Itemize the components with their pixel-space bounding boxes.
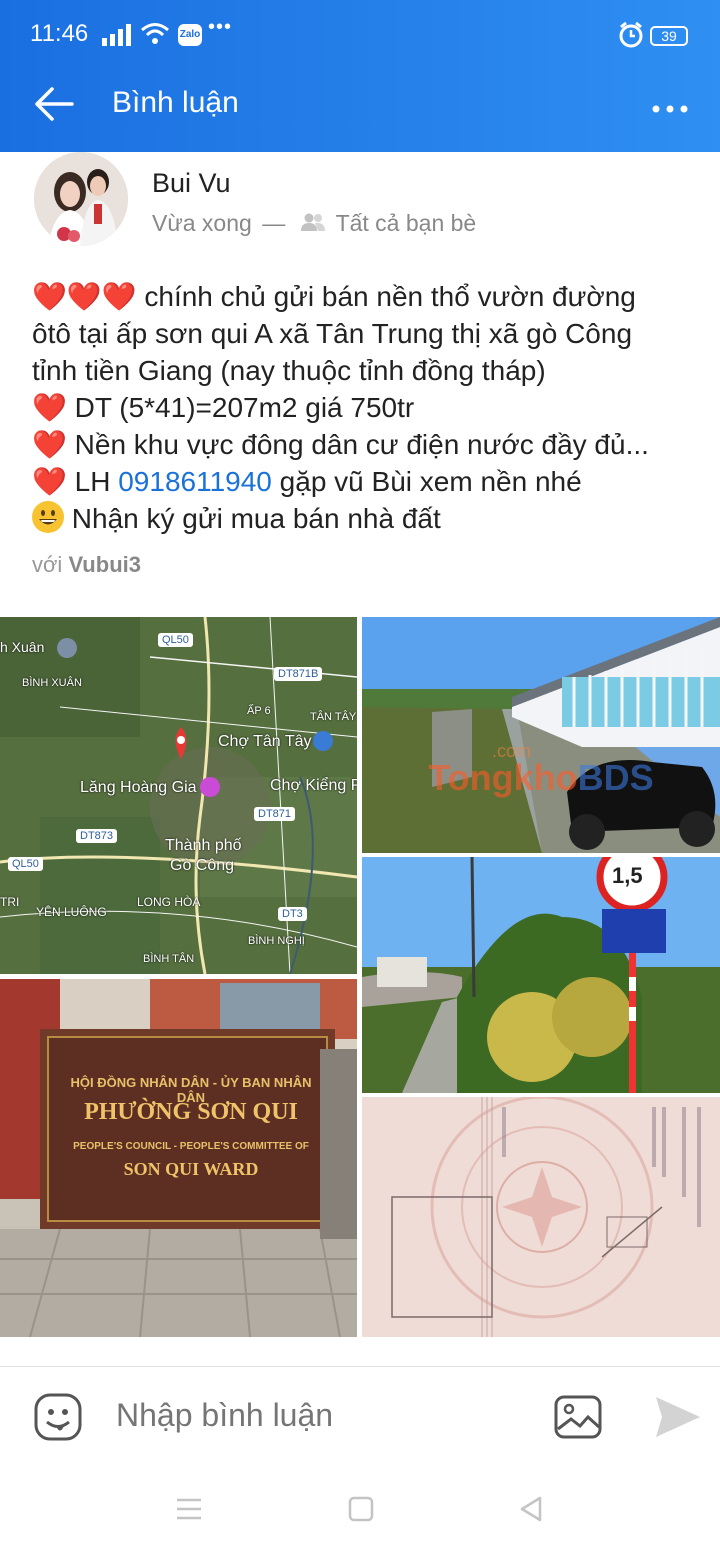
friends-icon	[300, 211, 326, 238]
send-icon[interactable]	[654, 1395, 702, 1444]
post-text: chính chủ gửi bán nền thổ vườn đường	[136, 281, 636, 312]
home-icon[interactable]	[348, 1496, 374, 1527]
status-time: 11:46	[30, 20, 89, 47]
image-picker-icon[interactable]	[554, 1395, 602, 1444]
recent-apps-icon[interactable]	[176, 1496, 202, 1527]
post-line: ❤️ DT (5*41)=207m2 giá 750tr	[32, 389, 712, 426]
map-road-badge: QL50	[158, 633, 193, 647]
sign-line-4: SON QUI WARD	[123, 1159, 259, 1179]
map-label: Gò Công	[170, 857, 235, 874]
sign-line-2: PHƯỜNG SƠN QUI	[84, 1099, 298, 1125]
photo-road[interactable]: TongkhoBDS .com	[362, 617, 720, 853]
map-road-badge: DT3	[278, 907, 307, 921]
map-label: Lăng Hoàng Gia	[80, 779, 197, 796]
map-label: LONG HÒA	[137, 895, 201, 909]
back-arrow-icon[interactable]	[34, 86, 74, 122]
app-bar: Bình luận	[0, 56, 720, 152]
with-label: với	[32, 552, 63, 577]
post-time: Vừa xong	[152, 210, 252, 236]
status-bar: 11:46 Zalo ••• 39	[0, 0, 720, 56]
road-sign-text: 1,5	[612, 863, 643, 888]
post-line: tỉnh tiền Giang (nay thuộc tỉnh đồng thá…	[32, 355, 546, 386]
post-line: ❤️ Nền khu vực đông dân cư điện nước đầy…	[32, 426, 712, 463]
post-content: ❤️❤️❤️ chính chủ gửi bán nền thổ vườn đư…	[32, 278, 712, 537]
watermark-domain: .com	[492, 741, 532, 761]
audience-label: Tất cả bạn bè	[335, 210, 477, 236]
photo-land-deed[interactable]	[362, 1097, 720, 1337]
battery-icon: 39	[650, 26, 688, 46]
map-label: YÊN LUÔNG	[36, 905, 107, 919]
post-line: ❤️ LH 0918611940 gặp vũ Bùi xem nền nhé	[32, 463, 712, 500]
wifi-icon	[140, 22, 170, 51]
photo-grid: h Xuân QL50 BÌNH XUÂN DT871B ẤP 6 TÂN TÂ…	[0, 617, 720, 1337]
heart-emoji: ❤️	[32, 466, 67, 497]
avatar[interactable]	[34, 152, 128, 246]
watermark-text: BDS	[577, 757, 654, 798]
author-name[interactable]: Bui Vu	[152, 168, 231, 199]
sticker-icon[interactable]	[34, 1393, 82, 1446]
map-label: h Xuân	[0, 639, 45, 655]
post-line: ❤️❤️❤️ chính chủ gửi bán nền thổ vườn đư…	[32, 278, 712, 315]
post-text: LH	[66, 466, 119, 497]
alarm-icon	[618, 21, 644, 53]
system-nav-bar	[0, 1462, 720, 1560]
photo-map[interactable]: h Xuân QL50 BÌNH XUÂN DT871B ẤP 6 TÂN TÂ…	[0, 617, 357, 974]
watermark-text: Tongkho	[428, 757, 578, 798]
more-options-icon[interactable]	[652, 90, 688, 118]
map-road-badge: DT871	[254, 807, 296, 821]
map-road-badge: QL50	[8, 857, 43, 871]
zalo-notification-icon: Zalo	[178, 24, 202, 46]
tagged-user[interactable]: Vubui3	[68, 552, 141, 577]
signal-icon	[102, 24, 132, 51]
post-line: Nhận ký gửi mua bán nhà đất	[32, 500, 712, 537]
map-label: Chợ Tân Tây	[218, 733, 312, 750]
post-meta: Vừa xong — Tất cả bạn bè	[152, 210, 476, 238]
post-header: Bui Vu Vừa xong — Tất cả bạn bè	[0, 152, 720, 252]
post-text: Nhận ký gửi mua bán nhà đất	[64, 503, 441, 534]
post-line: ôtô tại ấp sơn qui A xã Tân Trung thị xã…	[32, 318, 633, 349]
map-label: Chợ Kiểng P	[270, 777, 357, 794]
watermark: TongkhoBDS	[362, 757, 720, 799]
comment-bar	[0, 1366, 720, 1462]
heart-emoji: ❤️	[32, 392, 67, 423]
map-label: TRI	[0, 895, 20, 909]
map-road-badge: DT871B	[274, 667, 323, 681]
map-label: BÌNH NGHỊ	[248, 935, 305, 947]
heart-emoji: ❤️	[32, 429, 67, 460]
map-label: Thành phố	[165, 837, 242, 854]
photo-lane[interactable]: 1,5	[362, 857, 720, 1093]
meta-separator: —	[262, 210, 286, 236]
post-text: Nền khu vực đông dân cư điện nước đầy đủ…	[66, 429, 649, 460]
map-road-badge: DT873	[76, 829, 118, 843]
map-label: BÌNH XUÂN	[22, 677, 82, 689]
post-text: DT (5*41)=207m2 giá 750tr	[66, 392, 415, 423]
sign-line-3: PEOPLE'S COUNCIL - PEOPLE'S COMMITTEE OF	[73, 1141, 309, 1152]
map-label: TÂN TÂY	[310, 711, 357, 723]
more-notifications-icon: •••	[208, 16, 233, 38]
hearts-emoji: ❤️❤️❤️	[32, 281, 137, 312]
page-title: Bình luận	[112, 86, 239, 119]
map-label: BÌNH TÂN	[143, 953, 195, 965]
photo-ward-sign[interactable]: HỘI ĐỒNG NHÂN DÂN - ỦY BAN NHÂN DÂN PHƯỜ…	[0, 979, 357, 1337]
comment-input[interactable]	[116, 1397, 516, 1434]
map-label: ẤP 6	[247, 705, 271, 717]
back-icon[interactable]	[518, 1496, 544, 1527]
phone-link[interactable]: 0918611940	[118, 466, 272, 497]
post-text: gặp vũ Bùi xem nền nhé	[271, 466, 582, 497]
grinning-face-icon	[32, 501, 64, 533]
tagged-users: với Vubui3	[32, 552, 141, 578]
